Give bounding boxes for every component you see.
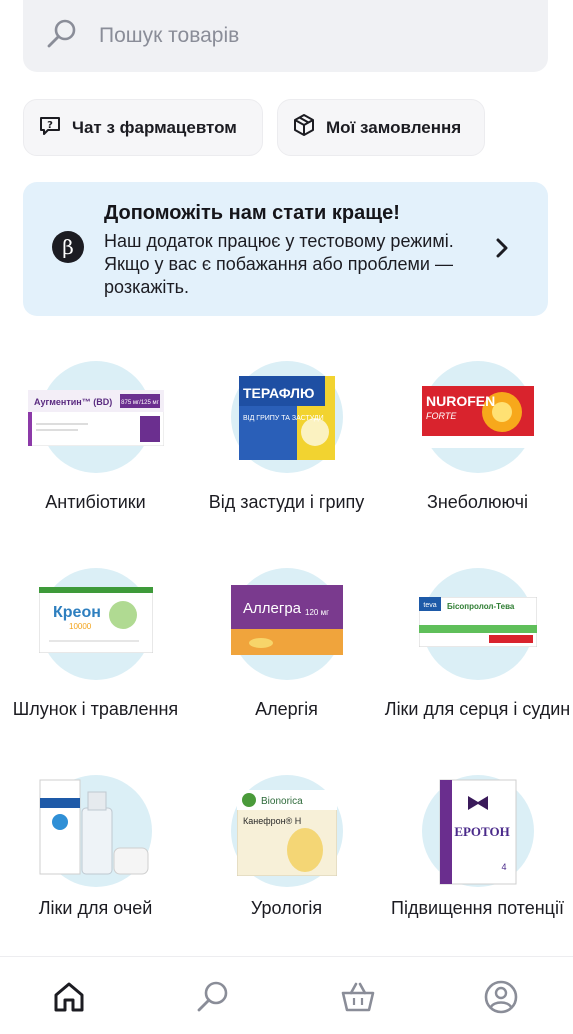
category-label: Знеболюючі: [426, 492, 529, 512]
basket-icon[interactable]: [340, 979, 376, 1015]
bottom-tab-bar: [0, 956, 573, 1034]
svg-text:10000: 10000: [69, 622, 92, 631]
category-painkillers[interactable]: NUROFEN FORTE Знеболюючі: [382, 352, 573, 552]
svg-text:NUROFEN: NUROFEN: [426, 393, 495, 409]
category-antibiotics[interactable]: Аугментин™ (BD) 875 мг/125 мг Антибіотик…: [0, 352, 191, 552]
eye-drops-image: [39, 779, 148, 875]
svg-text:?: ?: [47, 120, 53, 131]
box-icon: [292, 113, 316, 142]
svg-text:ЕРОТОН: ЕРОТОН: [454, 824, 509, 839]
category-label: Алергія: [255, 699, 318, 719]
my-orders-button[interactable]: Мої замовлення: [277, 99, 485, 156]
search-icon: [45, 17, 79, 56]
allergy-pack-image: Аллегра 120 мг: [230, 585, 343, 655]
beta-badge: β: [52, 231, 84, 263]
category-heart-vessels[interactable]: teva Бісопролол-Тева Ліки для серця і су…: [382, 559, 573, 759]
category-label: Від застуди і грипу: [208, 492, 365, 512]
chat-with-pharmacist-button[interactable]: ? Чат з фармацевтом: [23, 99, 263, 156]
svg-text:teva: teva: [423, 602, 436, 609]
category-label: Шлунок і травлення: [12, 699, 179, 719]
heart-pack-image: teva Бісопролол-Тева: [418, 597, 537, 647]
svg-text:Аугментин™ (BD): Аугментин™ (BD): [34, 397, 112, 407]
chat-button-label: Чат з фармацевтом: [72, 117, 237, 137]
svg-text:Bionorica: Bionorica: [261, 796, 303, 807]
svg-text:Бісопролол-Тева: Бісопролол-Тева: [447, 602, 515, 611]
svg-text:Аллегра: Аллегра: [243, 600, 302, 617]
category-label: Антибіотики: [45, 492, 146, 512]
category-label: Підвищення потенції: [391, 898, 564, 918]
svg-text:Креон: Креон: [53, 604, 101, 621]
category-label: Урологія: [250, 898, 323, 918]
chevron-right-icon: [492, 237, 512, 259]
svg-text:ТЕРАФЛЮ: ТЕРАФЛЮ: [243, 385, 314, 401]
svg-text:Канефрон® Н: Канефрон® Н: [243, 816, 301, 826]
banner-text: Наш додаток працює у тестовому режимі. Я…: [104, 231, 454, 297]
home-icon[interactable]: [51, 979, 87, 1015]
chat-question-icon: ?: [38, 113, 62, 142]
category-label: Ліки для очей: [38, 898, 153, 918]
painkiller-pack-image: NUROFEN FORTE: [421, 386, 534, 448]
banner-title: Допоможіть нам стати краще!: [104, 202, 400, 224]
category-allergy[interactable]: Аллегра 120 мг Алергія: [191, 559, 382, 759]
urology-pack-image: Bionorica Канефрон® Н: [236, 790, 337, 876]
category-label: Ліки для серця і судин: [384, 699, 571, 719]
search-tab-icon[interactable]: [195, 979, 231, 1015]
feedback-banner[interactable]: β Допоможіть нам стати краще! Наш додато…: [23, 182, 548, 316]
search-bar[interactable]: Пошук товарів: [23, 0, 548, 72]
antibiotic-pack-image: Аугментин™ (BD) 875 мг/125 мг: [27, 390, 164, 446]
digestion-pack-image: Креон 10000: [38, 587, 153, 653]
svg-text:FORTE: FORTE: [426, 411, 457, 421]
category-digestion[interactable]: Креон 10000 Шлунок і травлення: [0, 559, 191, 759]
potency-pack-image: ЕРОТОН 4: [439, 779, 516, 885]
orders-button-label: Мої замовлення: [326, 117, 462, 137]
svg-text:120 мг: 120 мг: [305, 608, 329, 617]
category-urology[interactable]: Bionorica Канефрон® Н Урологія: [191, 766, 382, 956]
cold-flu-pack-image: ТЕРАФЛЮ ВІД ГРИПУ ТА ЗАСТУДИ: [238, 376, 335, 460]
category-eyes[interactable]: Ліки для очей: [0, 766, 191, 956]
category-potency[interactable]: ЕРОТОН 4 Підвищення потенції: [382, 766, 573, 956]
profile-icon[interactable]: [483, 979, 519, 1015]
category-cold-flu[interactable]: ТЕРАФЛЮ ВІД ГРИПУ ТА ЗАСТУДИ Від застуди…: [191, 352, 382, 552]
svg-text:875 мг/125 мг: 875 мг/125 мг: [121, 400, 159, 406]
search-input[interactable]: Пошук товарів: [99, 24, 239, 48]
svg-text:4: 4: [501, 862, 506, 872]
